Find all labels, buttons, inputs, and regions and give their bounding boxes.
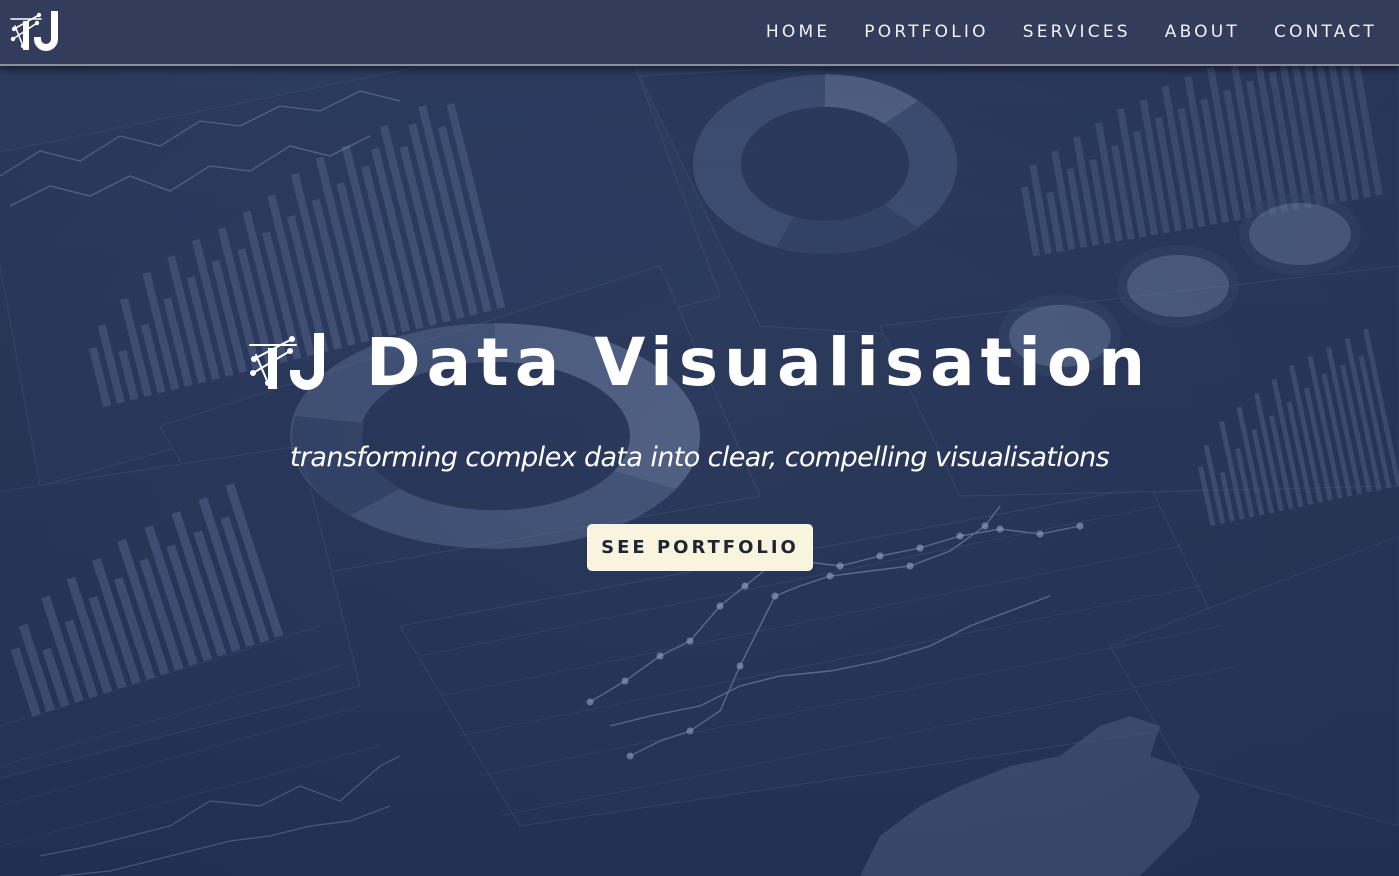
nav-link-home[interactable]: HOME	[766, 22, 830, 42]
hero-title: Data Visualisation	[365, 324, 1152, 401]
nav-link-services[interactable]: SERVICES	[1023, 22, 1131, 42]
hero-section: Data Visualisation transforming complex …	[0, 66, 1399, 876]
tj-logo-icon[interactable]	[9, 8, 71, 56]
nav-link-about[interactable]: ABOUT	[1165, 22, 1240, 42]
see-portfolio-button[interactable]: SEE PORTFOLIO	[587, 524, 813, 571]
hero-subtitle: transforming complex data into clear, co…	[289, 442, 1110, 473]
tj-logo-icon	[248, 332, 324, 390]
nav-link-contact[interactable]: CONTACT	[1274, 22, 1377, 42]
nav-link-portfolio[interactable]: PORTFOLIO	[864, 22, 988, 42]
hero-title-row: Data Visualisation	[0, 324, 1399, 401]
nav-menu: HOME PORTFOLIO SERVICES ABOUT CONTACT	[732, 0, 1377, 64]
top-navbar: HOME PORTFOLIO SERVICES ABOUT CONTACT	[0, 0, 1399, 66]
